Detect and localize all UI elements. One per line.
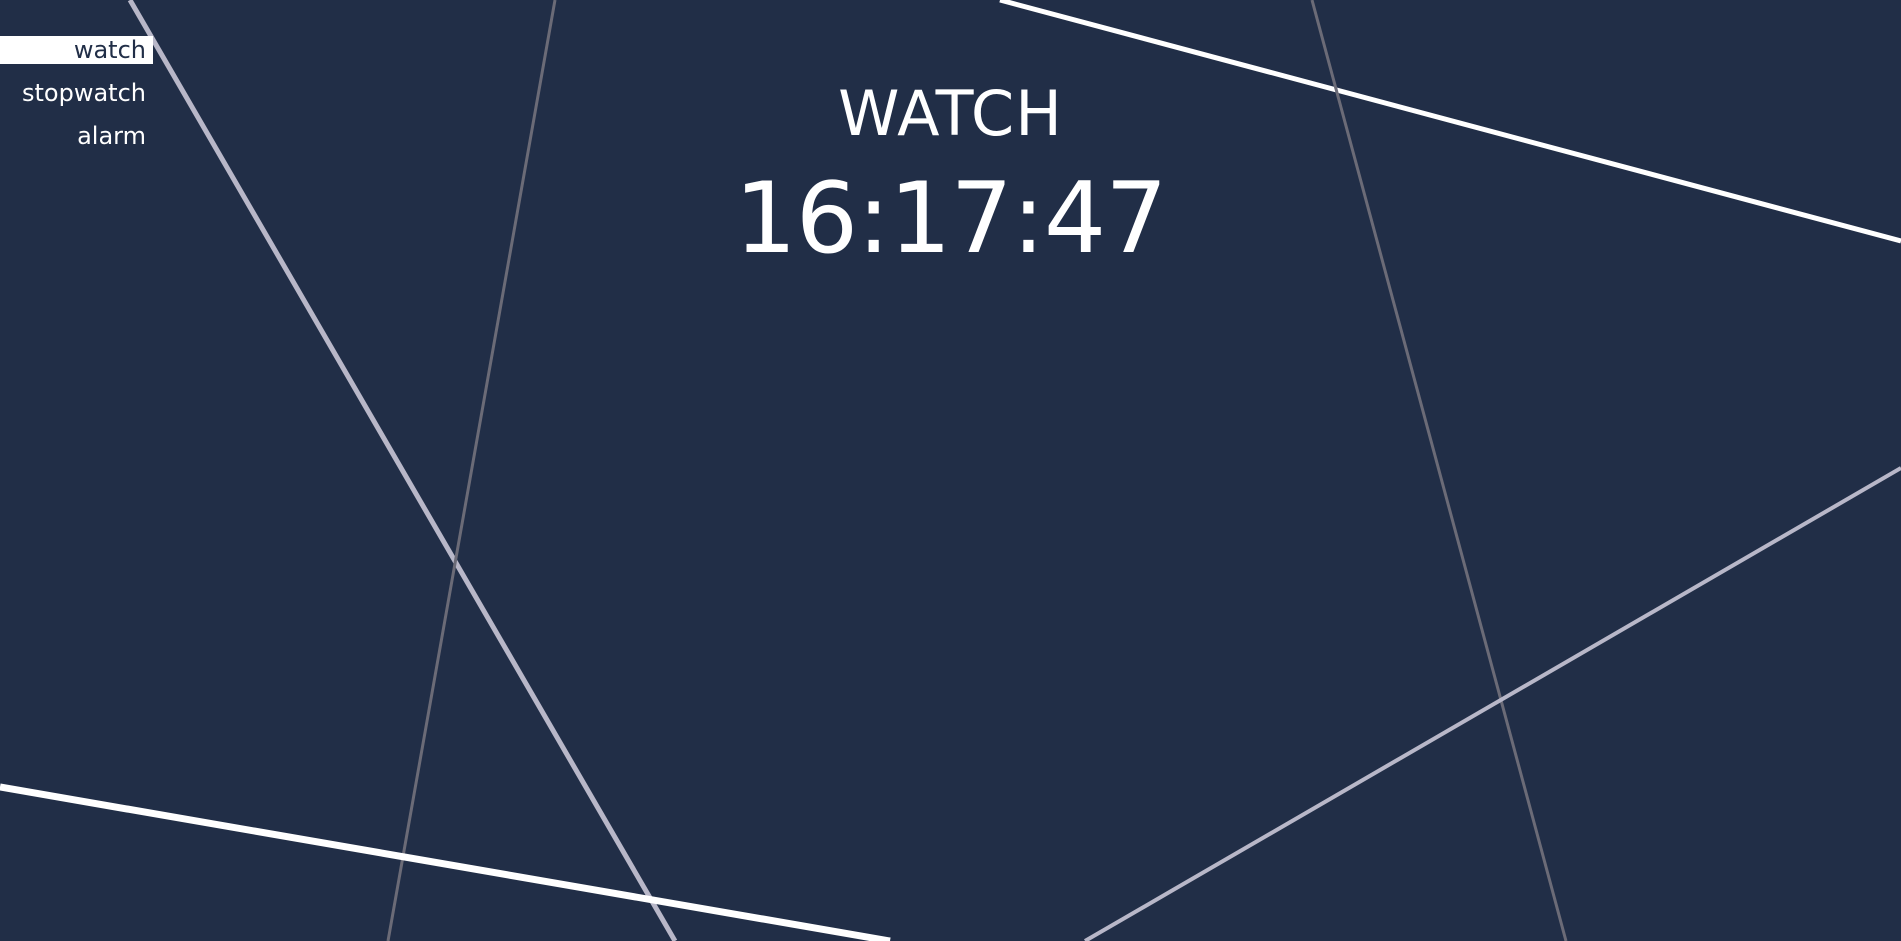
nav-item-watch[interactable]: watch [0,36,153,64]
bg-line-5 [0,783,891,941]
clock-time-display: 16:17:47 [734,162,1167,276]
app-stage: watch stopwatch alarm WATCH 16:17:47 [0,0,1901,941]
page-title: WATCH [838,77,1063,150]
bg-line-6 [1083,466,1901,941]
